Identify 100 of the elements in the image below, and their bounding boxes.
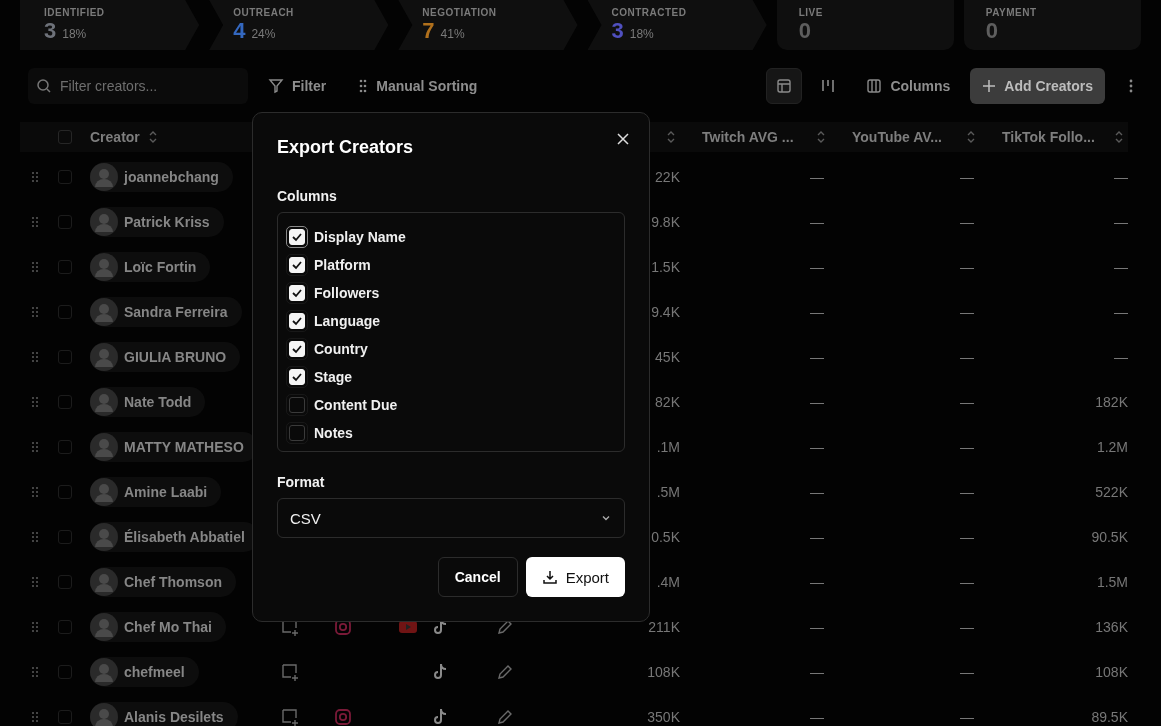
table-cell: 522K [1095, 483, 1128, 500]
followers-cell: 82K [655, 393, 680, 410]
stage-label: LIVE [798, 6, 824, 18]
drag-handle-icon[interactable] [31, 395, 39, 408]
table-cell: — [810, 393, 824, 410]
column-option[interactable]: Language [286, 307, 381, 335]
column-option[interactable]: Followers [286, 279, 380, 307]
column-option[interactable]: Content Due [286, 391, 398, 419]
drag-handle-icon[interactable] [31, 575, 39, 588]
table-cell: 108K [1095, 663, 1128, 680]
format-select[interactable]: CSV [277, 498, 625, 538]
creator-chip[interactable]: Chef Mo Thai [90, 611, 226, 642]
table-cell: — [960, 663, 974, 680]
sort-icon[interactable] [147, 130, 158, 144]
creator-chip[interactable]: GIULIA BRUNO [90, 341, 241, 372]
cancel-button[interactable]: Cancel [437, 557, 518, 597]
table-cell: — [960, 348, 974, 365]
row-checkbox[interactable] [58, 619, 72, 634]
creator-chip[interactable]: Chef Thomson [90, 566, 236, 597]
creator-chip[interactable]: Alanis Desilets [90, 701, 238, 726]
tiktok-icon[interactable] [432, 662, 448, 681]
followers-cell: 22K [655, 168, 680, 185]
row-checkbox[interactable] [58, 664, 72, 679]
stage-card[interactable]: IDENTIFIED 3 18% [20, 0, 200, 50]
row-checkbox[interactable] [58, 574, 72, 589]
add-comment-icon[interactable] [280, 706, 300, 726]
row-checkbox[interactable] [58, 349, 72, 364]
instagram-icon[interactable] [334, 707, 352, 726]
table-cell: — [960, 528, 974, 545]
column-option[interactable]: Notes [286, 419, 353, 447]
sort-icon[interactable] [816, 130, 826, 144]
row-checkbox[interactable] [58, 439, 72, 454]
row-checkbox[interactable] [58, 709, 72, 724]
creator-chip[interactable]: Patrick Kriss [90, 206, 224, 237]
drag-handle-icon[interactable] [31, 485, 39, 498]
tiktok-icon[interactable] [432, 707, 448, 726]
row-checkbox[interactable] [58, 169, 72, 184]
stage-card[interactable]: PAYMENT 0 [963, 0, 1142, 50]
table-cell: — [960, 573, 974, 590]
export-button[interactable]: Export [525, 557, 625, 597]
creator-chip[interactable]: Sandra Ferreira [90, 296, 242, 327]
add-comment-icon[interactable] [280, 661, 300, 682]
stage-label: PAYMENT [985, 6, 1038, 18]
row-checkbox[interactable] [58, 484, 72, 499]
avatar [90, 387, 118, 416]
row-checkbox[interactable] [58, 394, 72, 409]
table-cell: — [810, 618, 824, 635]
stage-percent: 18% [62, 26, 87, 41]
row-checkbox[interactable] [58, 214, 72, 229]
drag-handle-icon[interactable] [31, 440, 39, 453]
sort-icon[interactable] [1114, 130, 1124, 144]
column-option[interactable]: Country [286, 335, 368, 363]
section-label: Format [277, 474, 326, 490]
table-cell: — [810, 258, 824, 275]
stage-card[interactable]: OUTREACH 4 24% [209, 0, 389, 50]
pencil-icon[interactable] [496, 707, 514, 726]
row-checkbox[interactable] [58, 259, 72, 274]
sort-icon[interactable] [666, 130, 676, 144]
drag-handle-icon[interactable] [31, 305, 39, 318]
drag-handle-icon[interactable] [31, 215, 39, 228]
pencil-icon[interactable] [496, 662, 514, 681]
table-view-button[interactable] [766, 68, 803, 104]
creator-chip[interactable]: chefmeel [90, 656, 199, 687]
drag-handle-icon[interactable] [31, 530, 39, 543]
drag-handle-icon[interactable] [31, 665, 39, 678]
stage-card[interactable]: NEGOTIATION 7 41% [398, 0, 578, 50]
drag-handle-icon[interactable] [31, 260, 39, 273]
creator-chip[interactable]: Loïc Fortin [90, 251, 211, 282]
creator-chip[interactable]: joannebchang [90, 161, 233, 192]
creator-chip[interactable]: Nate Todd [90, 386, 206, 417]
drag-handle-icon[interactable] [31, 620, 39, 633]
sort-icon[interactable] [966, 130, 976, 144]
creator-chip[interactable]: Amine Laabi [90, 476, 222, 507]
drag-handle-icon[interactable] [31, 710, 39, 723]
columns-button[interactable]: Columns [854, 68, 963, 104]
drag-handle-icon[interactable] [31, 350, 39, 363]
drag-handle-icon[interactable] [31, 170, 39, 183]
filter-button[interactable]: Filter [256, 68, 339, 104]
column-header[interactable]: TikTok Follo... [1002, 129, 1095, 145]
avatar [90, 297, 118, 326]
table-cell: — [810, 528, 824, 545]
column-option[interactable]: Stage [286, 363, 353, 391]
search-field[interactable]: Filter creators... [28, 68, 248, 104]
followers-cell: 211K [648, 618, 680, 635]
select-all-checkbox[interactable] [58, 130, 72, 144]
column-header[interactable]: Twitch AVG ... [702, 129, 794, 145]
sorting-button[interactable]: Manual Sorting [346, 68, 490, 104]
table-cell: — [810, 573, 824, 590]
stage-card[interactable]: CONTRACTED 3 18% [587, 0, 767, 50]
add-creators-button[interactable]: Add Creators [970, 68, 1105, 104]
row-checkbox[interactable] [58, 529, 72, 544]
column-option[interactable]: Display Name [286, 223, 406, 251]
column-header[interactable]: YouTube AV... [852, 129, 942, 145]
avatar [90, 252, 118, 281]
table-cell: — [810, 663, 824, 680]
table-cell: — [960, 213, 974, 230]
column-option[interactable]: Platform [286, 251, 371, 279]
stage-card[interactable]: LIVE 0 [776, 0, 954, 50]
column-header[interactable]: Creator [90, 129, 140, 145]
row-checkbox[interactable] [58, 304, 72, 319]
